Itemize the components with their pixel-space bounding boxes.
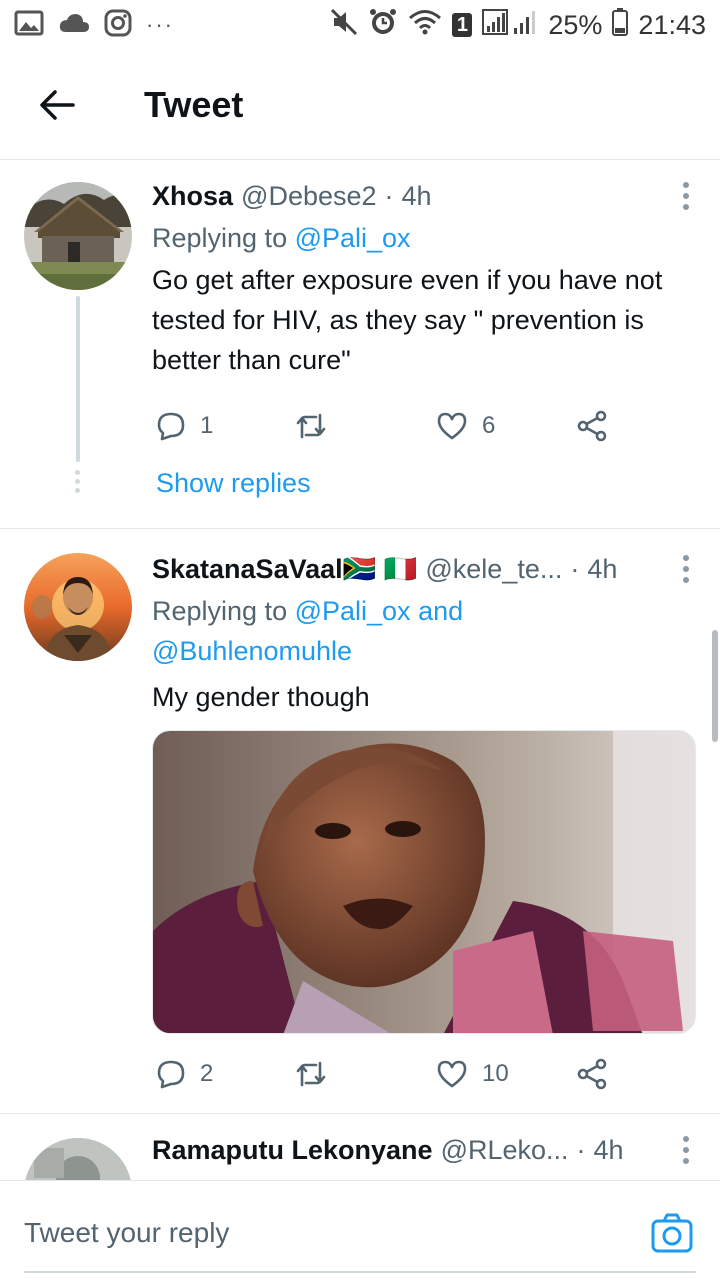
reply-count: 2 — [200, 1060, 214, 1087]
tweet-body: SkatanaSaVaal🇿🇦 🇮🇹 @kele_te... · 4h Repl… — [152, 551, 696, 717]
tweet-time[interactable]: 4h — [402, 181, 432, 212]
cloud-icon — [58, 12, 90, 39]
reply-icon — [157, 412, 185, 441]
like-button[interactable]: 6 — [436, 411, 576, 441]
mention-link[interactable]: @Pali_ox — [295, 223, 411, 253]
tweet-text: Go get after exposure even if you have n… — [152, 265, 663, 375]
thread-dots — [75, 470, 81, 493]
wifi-icon — [408, 8, 442, 43]
tweet-actions: 1 6 — [152, 404, 696, 448]
more-options-icon[interactable] — [676, 178, 696, 214]
avatar[interactable] — [24, 553, 132, 661]
share-button[interactable] — [576, 1058, 608, 1090]
app-header: Tweet — [0, 50, 720, 160]
tweet-image[interactable] — [152, 730, 696, 1034]
tweet-time[interactable]: 4h — [594, 1135, 624, 1166]
reply-underline — [24, 1271, 696, 1273]
page-title: Tweet — [144, 83, 244, 125]
mention-conjunction: and — [418, 596, 464, 626]
reply-icon — [157, 1060, 185, 1089]
tweet-time[interactable]: 4h — [587, 554, 617, 585]
battery-icon — [612, 7, 629, 43]
author-handle[interactable]: @RLeko... — [441, 1135, 569, 1166]
replying-prefix: Replying to — [152, 223, 295, 253]
author-name[interactable]: Xhosa — [152, 181, 233, 212]
scrollbar[interactable] — [712, 630, 718, 742]
tweet-body: Xhosa @Debese2 · 4h Replying to @Pali_ox… — [152, 178, 696, 448]
mention-link[interactable]: @Pali_ox — [295, 596, 411, 626]
tweet[interactable]: Ramaputu Lekonyane @RLeko... · 4h — [0, 1114, 720, 1180]
like-count: 6 — [482, 412, 496, 439]
share-button[interactable] — [576, 410, 608, 442]
battery-percent: 25% — [548, 9, 603, 40]
signal-icon — [482, 8, 538, 43]
mention-link[interactable]: @Buhlenomuhle — [152, 636, 352, 666]
author-name[interactable]: SkatanaSaVaal🇿🇦 🇮🇹 — [152, 553, 417, 585]
separator-dot: · — [384, 180, 394, 211]
retweet-button[interactable] — [294, 411, 436, 441]
more-options-icon[interactable] — [676, 551, 696, 587]
tweet-header: Xhosa @Debese2 · 4h — [152, 178, 696, 214]
tweet-text: My gender though — [152, 682, 370, 712]
camera-icon — [651, 1213, 693, 1253]
reply-button[interactable]: 2 — [156, 1059, 294, 1089]
camera-button[interactable] — [650, 1211, 694, 1255]
like-button[interactable]: 10 — [436, 1059, 576, 1089]
replying-prefix: Replying to — [152, 596, 295, 626]
heart-icon — [437, 1060, 467, 1088]
tweet[interactable]: Xhosa @Debese2 · 4h Replying to @Pali_ox… — [0, 160, 720, 528]
separator-dot: · — [576, 1134, 586, 1165]
avatar[interactable] — [24, 1138, 132, 1180]
replying-to: Replying to @Pali_ox — [152, 218, 696, 258]
instagram-icon — [104, 9, 132, 42]
tweet-actions: 2 10 — [156, 1052, 608, 1096]
retweet-button[interactable] — [294, 1059, 436, 1089]
reply-bar — [0, 1180, 720, 1280]
reply-button[interactable]: 1 — [156, 411, 294, 441]
mute-icon — [330, 8, 358, 43]
reply-count: 1 — [200, 412, 214, 439]
share-icon — [577, 1058, 607, 1090]
show-replies-link[interactable]: Show replies — [156, 468, 311, 499]
status-bar: ··· 1 25% 21:43 — [0, 0, 720, 50]
separator-dot: · — [570, 553, 580, 584]
reply-input[interactable] — [24, 1211, 624, 1255]
retweet-icon — [296, 413, 326, 439]
tweet-header: SkatanaSaVaal🇿🇦 🇮🇹 @kele_te... · 4h — [152, 551, 696, 587]
thread-line — [76, 296, 80, 462]
sim-badge: 1 — [452, 13, 473, 37]
tweet-body: Ramaputu Lekonyane @RLeko... · 4h — [152, 1132, 696, 1168]
author-handle[interactable]: @Debese2 — [241, 181, 377, 212]
clock: 21:43 — [638, 9, 706, 40]
notification-overflow: ··· — [146, 12, 174, 37]
tweet-header: Ramaputu Lekonyane @RLeko... · 4h — [152, 1132, 696, 1168]
alarm-icon — [368, 7, 398, 44]
author-name[interactable]: Ramaputu Lekonyane — [152, 1135, 433, 1166]
more-options-icon[interactable] — [676, 1132, 696, 1168]
arrow-left-icon — [40, 89, 75, 120]
share-icon — [577, 410, 607, 442]
like-count: 10 — [482, 1060, 509, 1087]
back-button[interactable] — [22, 70, 92, 140]
replying-to: Replying to @Pali_ox and @Buhlenomuhle — [152, 591, 572, 671]
retweet-icon — [296, 1061, 326, 1087]
avatar[interactable] — [24, 182, 132, 290]
author-handle[interactable]: @kele_te... — [425, 554, 562, 585]
gallery-icon — [14, 10, 44, 41]
tweet[interactable]: SkatanaSaVaal🇿🇦 🇮🇹 @kele_te... · 4h Repl… — [0, 529, 720, 1113]
heart-icon — [437, 412, 467, 440]
